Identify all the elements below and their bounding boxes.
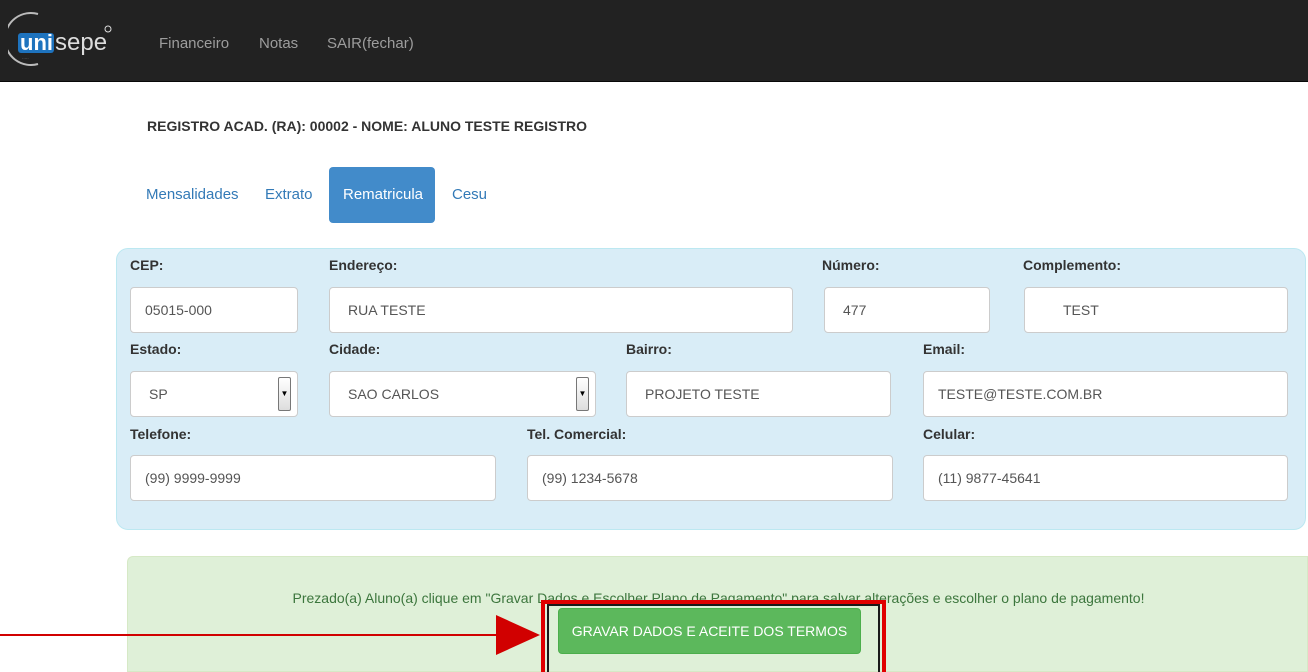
svg-text:sepe: sepe [55, 29, 107, 56]
tab-cesu[interactable]: Cesu [438, 167, 501, 223]
tel-comercial-label: Tel. Comercial: [527, 426, 627, 442]
tab-extrato[interactable]: Extrato [251, 167, 327, 223]
email-input[interactable] [923, 371, 1288, 417]
complemento-input[interactable] [1024, 287, 1288, 333]
cep-label: CEP: [130, 257, 164, 273]
email-label: Email: [923, 341, 966, 357]
cidade-selected-value: SAO CARLOS [348, 386, 440, 402]
telefone-label: Telefone: [130, 426, 192, 442]
numero-input[interactable] [824, 287, 990, 333]
tab-rematricula[interactable]: Rematricula [329, 167, 435, 223]
estado-select[interactable]: SP ▼ [130, 371, 298, 417]
annotation-arrow-line [0, 634, 500, 636]
endereco-label: Endereço: [329, 257, 398, 273]
dropdown-arrow-icon[interactable]: ▼ [278, 377, 291, 411]
cep-input[interactable] [130, 287, 298, 333]
unisepe-logo[interactable]: uni sepe ····· [8, 10, 143, 66]
estado-label: Estado: [130, 341, 182, 357]
cidade-label: Cidade: [329, 341, 381, 357]
save-and-accept-button[interactable]: GRAVAR DADOS E ACEITE DOS TERMOS [558, 608, 861, 654]
bairro-label: Bairro: [626, 341, 672, 357]
dropdown-arrow-icon[interactable]: ▼ [576, 377, 589, 411]
endereco-input[interactable] [329, 287, 793, 333]
logo-text: uni [20, 30, 53, 55]
top-navbar: uni sepe ····· Financeiro Notas SAIR(fec… [0, 0, 1308, 82]
telefone-input[interactable] [130, 455, 496, 501]
annotation-arrow-icon [496, 615, 540, 655]
bairro-input[interactable] [626, 371, 891, 417]
nav-link-notas[interactable]: Notas [259, 35, 298, 52]
numero-label: Número: [822, 257, 880, 273]
svg-text:·····: ····· [22, 56, 29, 61]
estado-selected-value: SP [149, 386, 168, 402]
nav-link-financeiro[interactable]: Financeiro [159, 35, 229, 52]
tab-mensalidades[interactable]: Mensalidades [132, 167, 253, 223]
celular-label: Celular: [923, 426, 976, 442]
tel-comercial-input[interactable] [527, 455, 893, 501]
celular-input[interactable] [923, 455, 1288, 501]
complemento-label: Complemento: [1023, 257, 1121, 273]
cidade-select[interactable]: SAO CARLOS ▼ [329, 371, 596, 417]
student-header: REGISTRO ACAD. (RA): 00002 - NOME: ALUNO… [147, 118, 587, 134]
nav-link-sair[interactable]: SAIR(fechar) [327, 35, 414, 52]
